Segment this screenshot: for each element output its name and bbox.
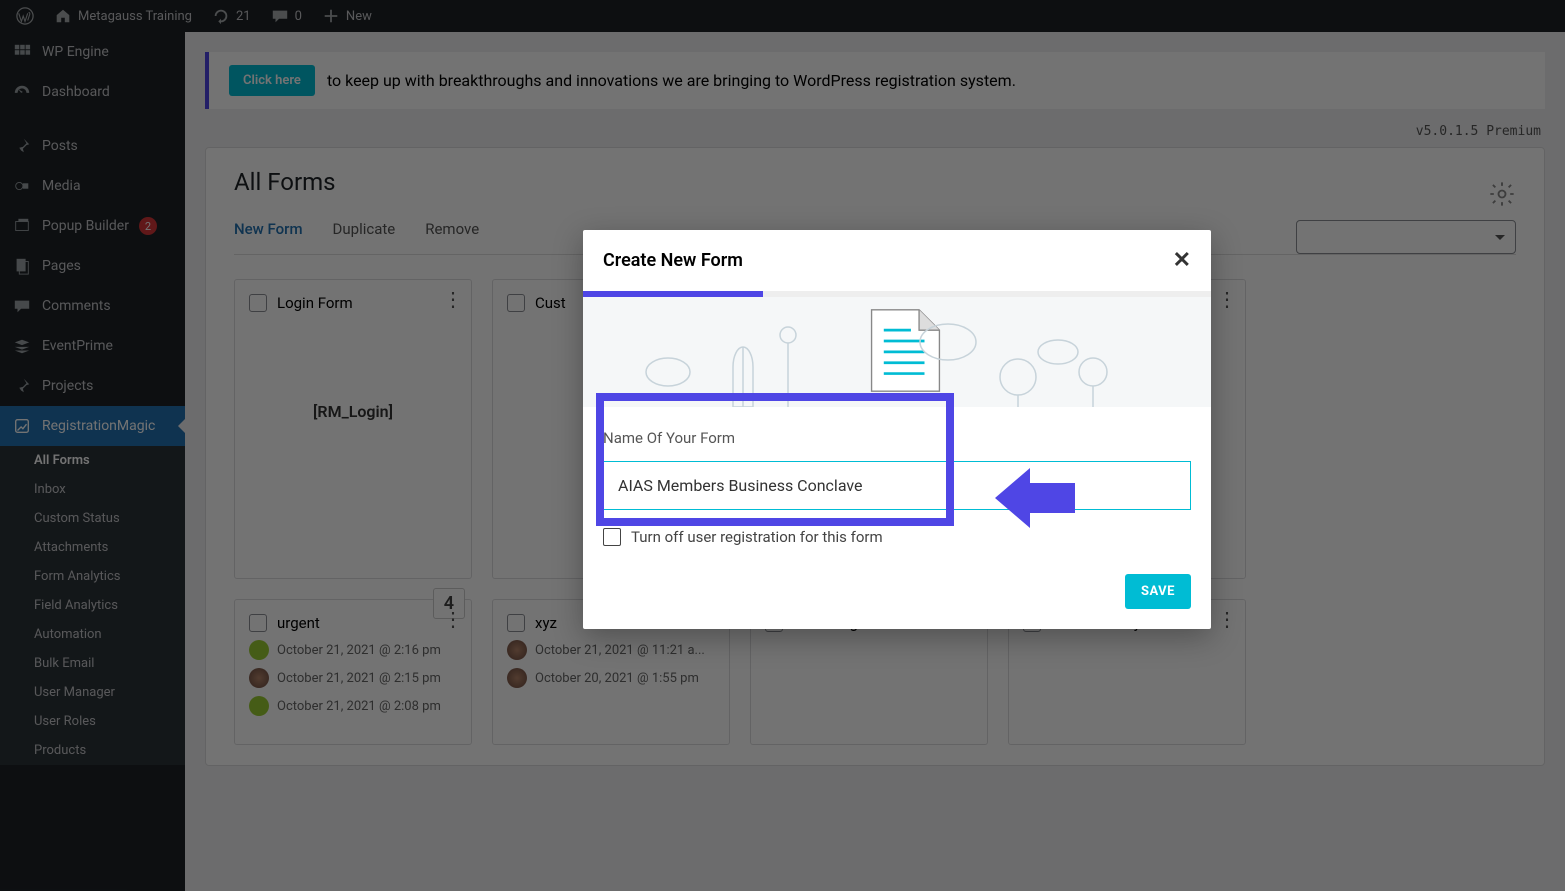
- form-name-label: Name Of Your Form: [603, 429, 1191, 447]
- turnoff-label: Turn off user registration for this form: [631, 528, 883, 546]
- modal-title: Create New Form: [603, 250, 743, 271]
- save-button[interactable]: SAVE: [1125, 574, 1191, 609]
- clouds-trees-icon: [603, 317, 1203, 407]
- modal-illustration: [583, 297, 1211, 407]
- create-form-modal: Create New Form ✕ Name Of Your Form Turn…: [583, 230, 1211, 629]
- turnoff-checkbox[interactable]: [603, 528, 621, 546]
- annotation-arrow-icon: [990, 463, 1080, 538]
- form-name-input[interactable]: [603, 461, 1191, 510]
- close-icon[interactable]: ✕: [1173, 248, 1191, 273]
